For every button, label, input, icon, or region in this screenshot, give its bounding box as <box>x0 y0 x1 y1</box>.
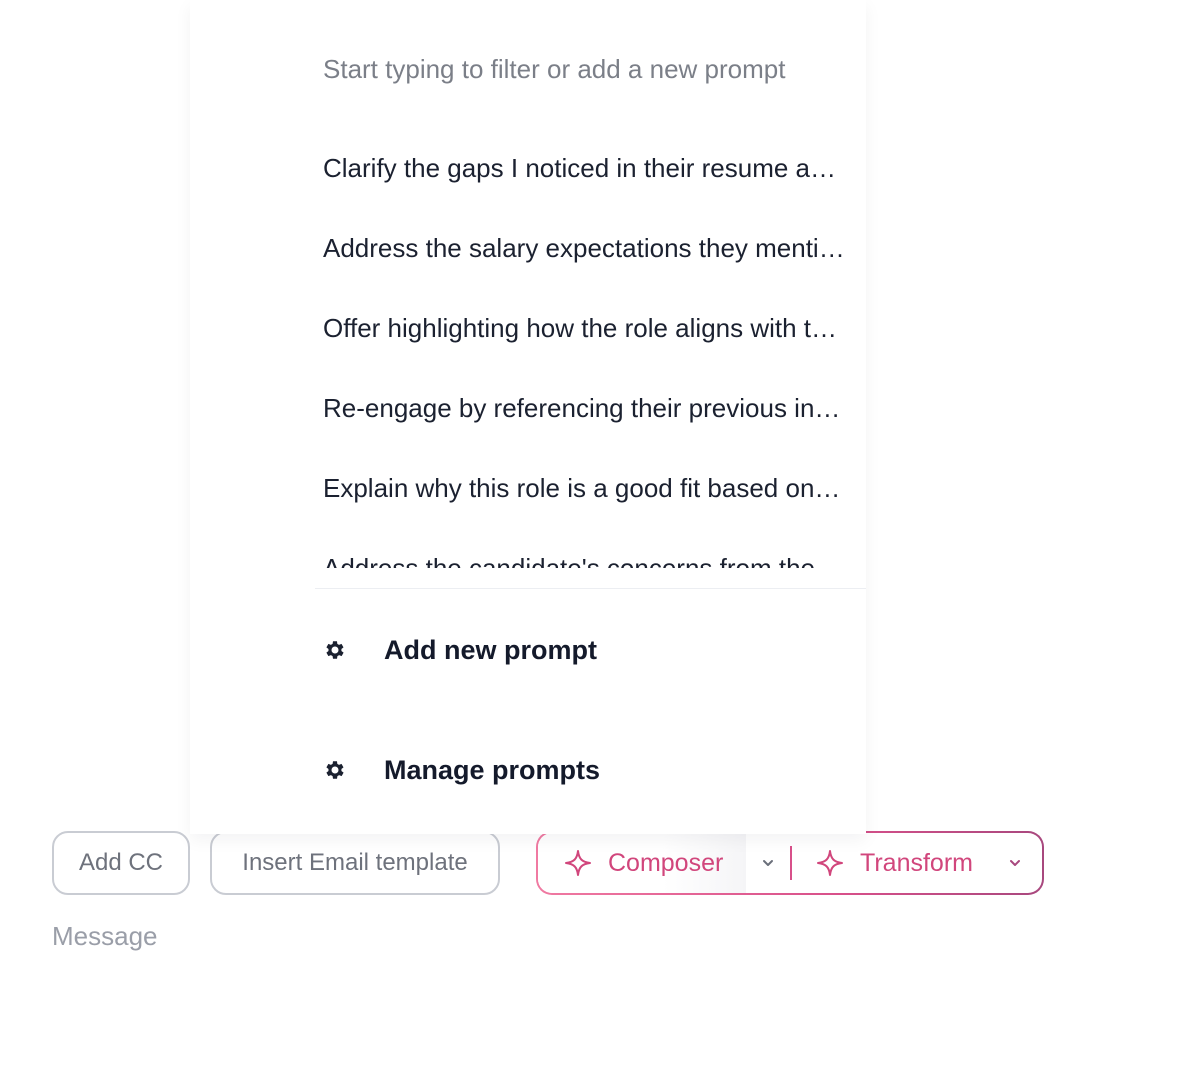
transform-button[interactable]: Transform <box>792 833 992 893</box>
prompt-list-item[interactable]: Clarify the gaps I noticed in their resu… <box>323 140 845 220</box>
ai-actions-group: Composer Transform <box>536 831 1044 895</box>
sparkle-icon <box>816 849 844 877</box>
email-composer-page: Clarify the gaps I noticed in their resu… <box>0 0 1180 1077</box>
add-new-prompt-button[interactable]: Add new prompt <box>323 628 597 672</box>
chevron-down-icon <box>760 849 776 878</box>
prompt-search-input[interactable] <box>323 48 845 90</box>
composer-button[interactable]: Composer <box>538 833 746 893</box>
prompt-list: Clarify the gaps I noticed in their resu… <box>323 140 845 568</box>
sparkle-icon <box>564 849 592 877</box>
transform-label: Transform <box>860 848 973 877</box>
add-cc-button[interactable]: Add CC <box>52 831 190 895</box>
insert-email-template-button[interactable]: Insert Email template <box>210 831 500 895</box>
composer-dropdown-button[interactable] <box>746 833 790 893</box>
transform-dropdown-button[interactable] <box>992 833 1038 893</box>
composer-label: Composer <box>608 848 724 877</box>
prompt-list-item[interactable]: Explain why this role is a good fit base… <box>323 460 845 540</box>
prompt-list-item[interactable]: Address the salary expectations they men… <box>323 220 845 300</box>
add-new-prompt-label: Add new prompt <box>384 634 597 665</box>
panel-divider <box>315 588 866 589</box>
prompt-list-item[interactable]: Address the candidate's concerns from th… <box>323 540 845 568</box>
chevron-down-icon <box>1007 849 1023 878</box>
prompt-list-item[interactable]: Offer highlighting how the role aligns w… <box>323 300 845 380</box>
manage-prompts-label: Manage prompts <box>384 754 601 785</box>
gear-icon <box>323 638 347 662</box>
prompt-list-item[interactable]: Re-engage by referencing their previous … <box>323 380 845 460</box>
message-input[interactable] <box>52 916 1132 1056</box>
gear-icon <box>323 758 347 782</box>
manage-prompts-button[interactable]: Manage prompts <box>323 748 600 792</box>
